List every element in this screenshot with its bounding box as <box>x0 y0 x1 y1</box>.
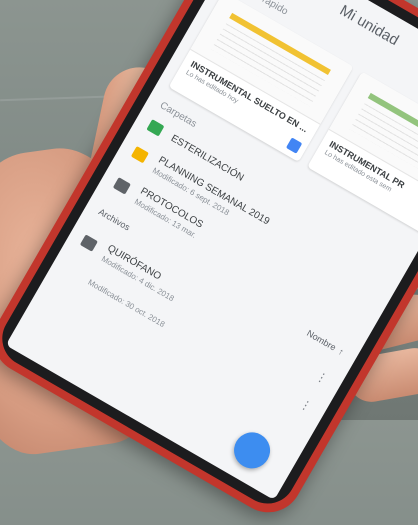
file-icon <box>64 262 82 279</box>
folder-icon <box>146 119 165 137</box>
folder-icon <box>130 146 149 164</box>
sort-arrow-icon: ↑ <box>336 346 346 358</box>
folder-icon <box>112 177 131 195</box>
add-button[interactable] <box>227 425 277 475</box>
file-icon <box>79 234 98 252</box>
files-label: Archivos <box>96 206 132 233</box>
